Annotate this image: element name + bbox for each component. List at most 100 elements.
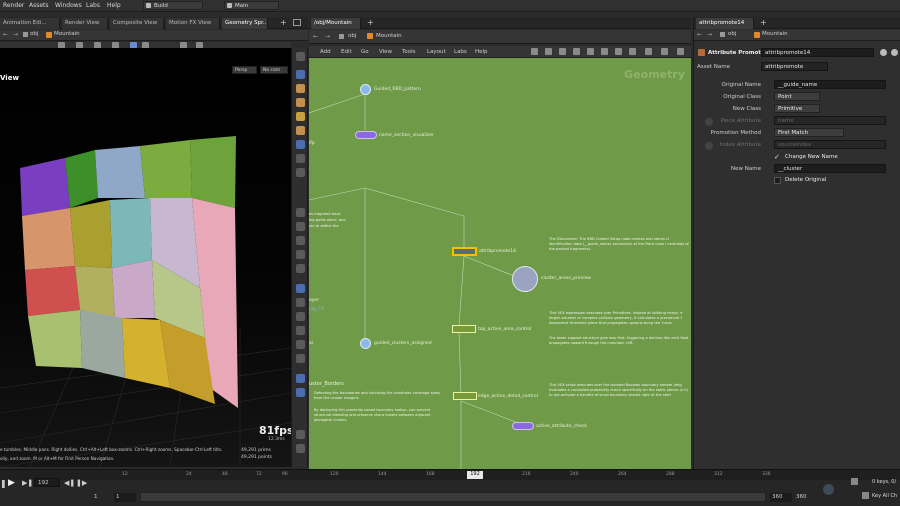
menu-help[interactable]: Help — [107, 2, 121, 9]
path-node[interactable]: Mountain — [54, 31, 80, 37]
dependency-icon[interactable] — [661, 48, 668, 55]
add-tab-icon[interactable]: + — [367, 18, 374, 27]
back-arrow-icon[interactable]: ← — [697, 31, 702, 38]
network-menu-tools[interactable]: Tools — [402, 49, 416, 55]
info-icon[interactable] — [296, 430, 305, 439]
number-icon[interactable] — [296, 298, 305, 307]
network-menu-layout[interactable]: Layout — [427, 49, 446, 55]
network-menu-go[interactable]: Go — [361, 49, 369, 55]
original-name-field[interactable]: __guide_name — [774, 80, 886, 89]
lamp-icon[interactable] — [296, 112, 305, 121]
layout-network-icon[interactable] — [573, 48, 580, 55]
tab-animation-editor[interactable]: Animation Edi... — [0, 18, 60, 29]
play-icon[interactable]: ▶ — [8, 478, 15, 488]
grid-network-icon[interactable] — [559, 48, 566, 55]
snap-network-icon[interactable] — [531, 48, 538, 55]
wire-icon[interactable] — [545, 48, 552, 55]
grid-icon[interactable] — [296, 154, 305, 163]
camera-menu[interactable]: No cam — [260, 66, 288, 74]
sticky-note-icon[interactable] — [615, 48, 622, 55]
new-name-field[interactable]: __cluster — [774, 164, 886, 173]
network-image-icon[interactable] — [601, 48, 608, 55]
forward-arrow-icon[interactable]: → — [13, 31, 18, 38]
add-tab-icon[interactable]: + — [760, 18, 767, 27]
light-toggle-icon[interactable] — [296, 84, 305, 93]
piece-attribute-field[interactable]: name — [774, 116, 886, 125]
tab-composite-view[interactable]: Composite View — [110, 18, 164, 29]
network-settings-icon[interactable] — [677, 48, 684, 55]
new-class-menu[interactable]: Primitive — [774, 104, 820, 113]
uv-icon[interactable] — [296, 264, 305, 273]
backface-icon[interactable] — [296, 126, 305, 135]
timeline-ruler[interactable]: 12 24 48 72 96 120 144 168 216 240 264 2… — [0, 470, 900, 480]
node-guided-rbd-pattern[interactable] — [360, 84, 371, 95]
menu-assets[interactable]: Assets — [29, 2, 49, 9]
node-info-icon[interactable] — [645, 48, 652, 55]
network-graph[interactable]: Geometry Guided_RBD_pattern name_section… — [309, 58, 691, 469]
tab-network-view[interactable]: /obj/Mountain — [311, 18, 361, 29]
path-root[interactable]: obj — [348, 33, 356, 39]
node-attribpromote14[interactable] — [452, 247, 477, 256]
scope-icon[interactable] — [851, 478, 858, 485]
back-arrow-icon[interactable]: ← — [313, 33, 318, 40]
menu-labs[interactable]: Labs — [86, 2, 100, 9]
key-all-icon[interactable] — [862, 492, 869, 499]
delete-original-checkbox[interactable] — [774, 177, 781, 184]
play-reverse-icon[interactable]: ❚ — [0, 479, 7, 488]
path-root[interactable]: obj — [30, 31, 38, 37]
playback-start-field[interactable]: 1 — [114, 493, 136, 502]
network-menu-labs[interactable]: Labs — [454, 49, 467, 55]
paint-icon[interactable] — [296, 236, 305, 245]
points-icon[interactable] — [296, 168, 305, 177]
node-active-attribute-check[interactable] — [512, 422, 534, 430]
stats-icon[interactable] — [296, 444, 305, 453]
pin-icon[interactable] — [296, 222, 305, 231]
chart-icon[interactable] — [296, 250, 305, 259]
visibility-icon[interactable] — [296, 340, 305, 349]
tab-geometry-spreadsheet[interactable]: Geometry Spr... — [222, 18, 268, 29]
viewport-layout-icon[interactable] — [296, 388, 305, 397]
perspective-menu[interactable]: Persp — [232, 66, 257, 74]
end-frame-field[interactable]: 360 — [794, 493, 816, 502]
asset-name-field[interactable]: attribpromote — [761, 62, 828, 71]
path-node[interactable]: Mountain — [376, 33, 402, 39]
next-key-icon[interactable]: ❚▶ — [76, 479, 87, 487]
network-menu-help[interactable]: Help — [475, 49, 488, 55]
display-options-icon[interactable] — [296, 326, 305, 335]
tab-render-view[interactable]: Render View — [62, 18, 108, 29]
vector-icon[interactable] — [296, 312, 305, 321]
scene-viewport[interactable]: View Persp No cam 81fps 12.3ms 49,291 pr… — [0, 48, 291, 467]
tab-parameters[interactable]: attribpromote14 — [696, 18, 754, 29]
tab-motion-fx-view[interactable]: Motion FX View — [166, 18, 220, 29]
menu-render[interactable]: Render — [3, 2, 24, 9]
step-forward-icon[interactable]: ▶❚ — [22, 479, 33, 487]
original-class-menu[interactable]: Point — [774, 92, 820, 101]
path-node[interactable]: Mountain — [762, 31, 788, 37]
network-menu-view[interactable]: View — [379, 49, 392, 55]
current-frame-field[interactable]: 192 — [34, 478, 60, 487]
forward-arrow-icon[interactable]: → — [707, 31, 712, 38]
ghost-icon[interactable] — [296, 140, 305, 149]
network-menu-add[interactable]: Add — [320, 49, 331, 55]
help-icon[interactable] — [891, 49, 898, 56]
path-root[interactable]: obj — [728, 31, 736, 37]
shape-icon[interactable] — [296, 284, 305, 293]
index-attribute-field[interactable]: sourceindex — [774, 140, 886, 149]
node-top-active-area-control[interactable] — [452, 325, 476, 333]
playhead[interactable]: 192 — [467, 471, 483, 479]
node-name-section-visualizer[interactable] — [355, 131, 377, 139]
key-all-channels[interactable]: Key All Ch — [872, 493, 897, 499]
playback-end-field[interactable]: 360 — [770, 493, 792, 502]
camera-view-icon[interactable] — [296, 354, 305, 363]
layout-icon[interactable] — [296, 374, 305, 383]
pane-options-icon[interactable] — [293, 19, 301, 26]
wireframe-icon[interactable] — [296, 70, 305, 79]
node-name-field[interactable]: attribpromote14 — [761, 48, 874, 57]
change-new-name-checkbox[interactable]: ✓ — [774, 153, 780, 161]
normals-icon[interactable] — [296, 208, 305, 217]
back-arrow-icon[interactable]: ← — [3, 31, 8, 38]
start-frame-field[interactable]: 1 — [92, 493, 112, 502]
range-slider[interactable] — [140, 492, 766, 502]
context-selector[interactable]: Main — [224, 1, 279, 10]
network-menu-edit[interactable]: Edit — [341, 49, 352, 55]
